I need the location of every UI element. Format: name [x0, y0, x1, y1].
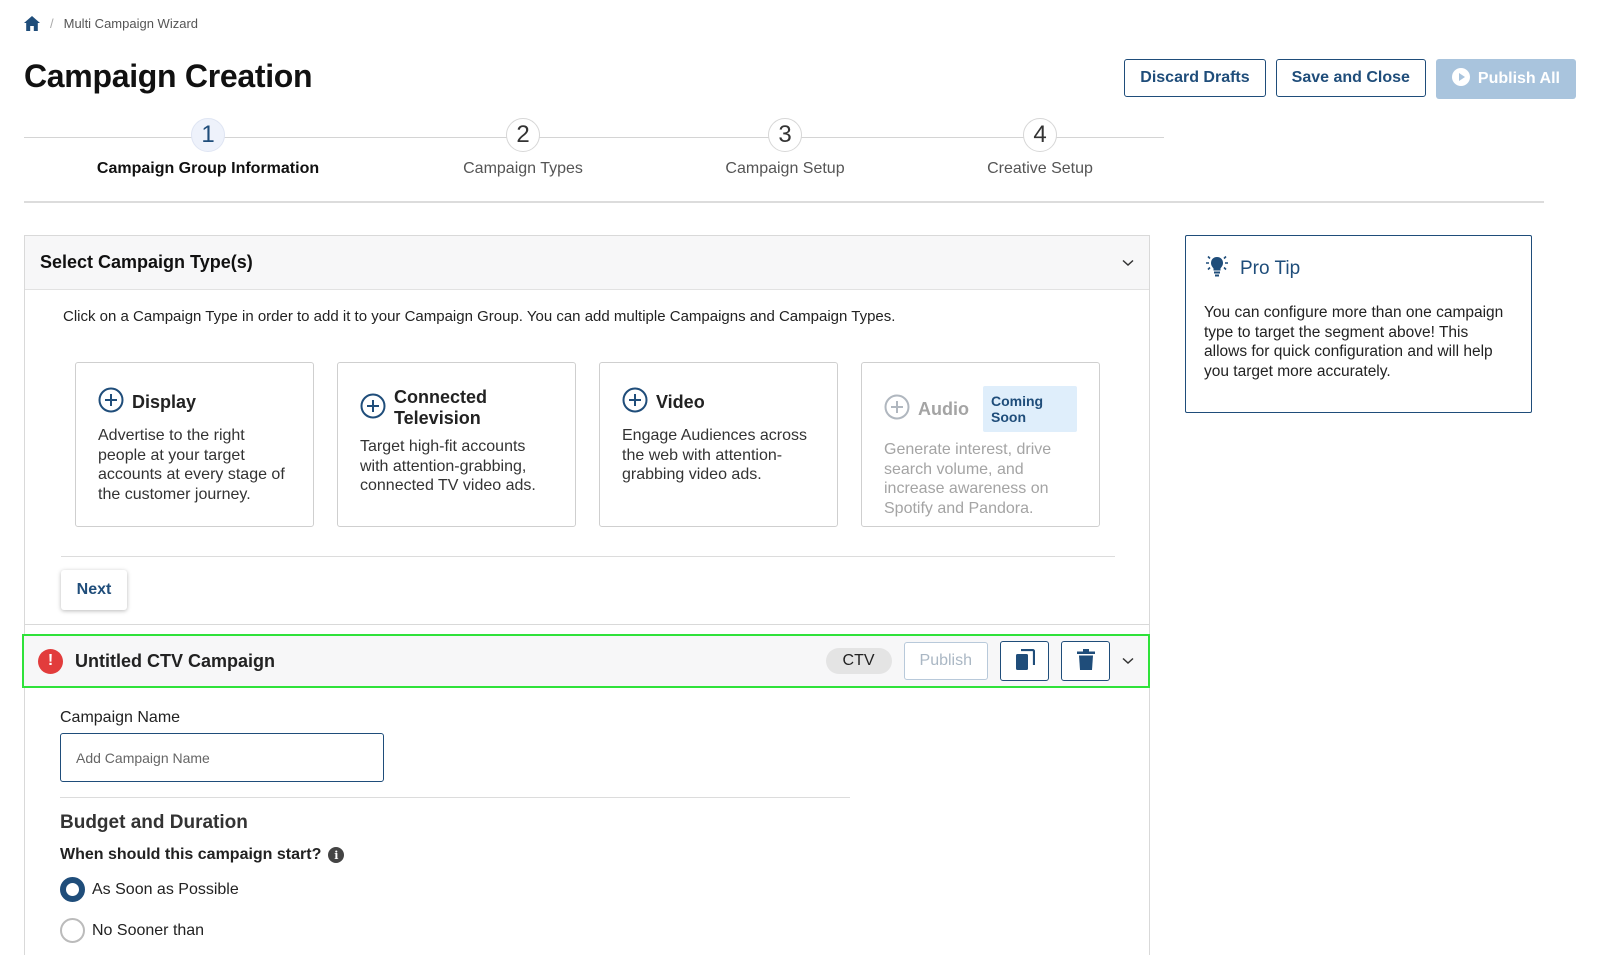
radio-as-soon-as-possible[interactable]: As Soon as Possible: [60, 877, 239, 902]
pro-tip-panel: Pro Tip You can configure more than one …: [1185, 235, 1532, 413]
campaign-type-card-audio: Audio Coming Soon Generate interest, dri…: [861, 362, 1100, 527]
budget-duration-heading: Budget and Duration: [60, 812, 248, 833]
campaign-header-bar[interactable]: ! Untitled CTV Campaign CTV Publish: [22, 634, 1150, 688]
plus-circle-icon: [360, 393, 386, 424]
card-title: Video: [656, 392, 705, 412]
card-description: Generate interest, drive search volume, …: [884, 441, 1052, 517]
select-campaign-types-header[interactable]: Select Campaign Type(s): [25, 236, 1149, 290]
chevron-down-icon[interactable]: [1122, 657, 1134, 665]
plus-circle-icon: [622, 387, 648, 418]
step-number: 3: [768, 118, 802, 152]
card-description: Target high-fit accounts with attention-…: [360, 438, 536, 494]
radio-button[interactable]: [60, 918, 85, 943]
campaign-name-label: Campaign Name: [60, 709, 181, 726]
alert-icon: !: [38, 648, 63, 674]
instructions-text: Click on a Campaign Type in order to add…: [63, 308, 896, 325]
campaign-name-input[interactable]: [60, 733, 384, 782]
campaign-type-card-video[interactable]: Video Engage Audiences across the web wi…: [599, 362, 838, 527]
plus-circle-icon: [884, 394, 910, 425]
stepper-divider: [24, 201, 1544, 203]
step-label: Campaign Setup: [725, 160, 845, 177]
breadcrumb-separator: /: [50, 16, 54, 31]
save-and-close-button[interactable]: Save and Close: [1275, 59, 1426, 97]
radio-label: No Sooner than: [92, 921, 205, 939]
header-actions: Discard Drafts Save and Close Publish Al…: [1124, 59, 1576, 99]
step-label: Campaign Group Information: [96, 160, 320, 177]
campaign-type-card-connected-television[interactable]: Connected Television Target high-fit acc…: [337, 362, 576, 527]
card-description: Engage Audiences across the web with att…: [622, 427, 808, 483]
campaign-type-badge: CTV: [825, 648, 892, 674]
step-number: 2: [506, 118, 540, 152]
delete-campaign-button[interactable]: [1061, 641, 1110, 681]
campaign-type-card-display[interactable]: Display Advertise to the right people at…: [75, 362, 314, 527]
wizard-stepper: 1 Campaign Group Information 2 Campaign …: [24, 118, 1164, 188]
radio-no-sooner-than[interactable]: No Sooner than: [60, 918, 204, 943]
discard-drafts-button[interactable]: Discard Drafts: [1124, 59, 1266, 97]
step-number: 4: [1023, 118, 1057, 152]
form-divider: [60, 797, 850, 798]
chevron-down-icon[interactable]: [1122, 259, 1134, 267]
card-description: Advertise to the right people at your ta…: [98, 427, 285, 503]
card-title: Connected Television: [394, 387, 488, 428]
panel-divider: [24, 624, 1150, 625]
lightbulb-icon: [1204, 254, 1230, 283]
card-title: Audio: [918, 398, 969, 419]
step-creative-setup[interactable]: 4 Creative Setup: [910, 118, 1170, 178]
coming-soon-badge: Coming Soon: [983, 386, 1077, 432]
start-question: When should this campaign start? i: [60, 846, 345, 864]
publish-all-label: Publish All: [1477, 70, 1560, 87]
next-button[interactable]: Next: [61, 570, 127, 610]
plus-circle-icon: [98, 387, 124, 418]
step-label: Creative Setup: [987, 160, 1093, 177]
pro-tip-title: Pro Tip: [1240, 257, 1301, 279]
info-icon[interactable]: i: [328, 847, 345, 863]
section-divider: [61, 556, 1115, 557]
step-campaign-group-information[interactable]: 1 Campaign Group Information: [78, 118, 338, 178]
play-circle-icon: [1451, 67, 1470, 91]
copy-campaign-button[interactable]: [1000, 641, 1049, 681]
card-title: Display: [132, 392, 197, 412]
home-icon[interactable]: [24, 16, 40, 31]
step-campaign-types[interactable]: 2 Campaign Types: [393, 118, 653, 178]
trash-icon: [1076, 649, 1095, 673]
step-label: Campaign Types: [463, 160, 583, 177]
step-number: 1: [191, 118, 225, 152]
page-title: Campaign Creation: [24, 58, 313, 94]
campaign-title: Untitled CTV Campaign: [75, 650, 276, 671]
radio-button[interactable]: [60, 877, 85, 902]
radio-label: As Soon as Possible: [92, 880, 239, 898]
section-title: Select Campaign Type(s): [40, 252, 253, 272]
start-question-text: When should this campaign start?: [60, 846, 322, 863]
copy-icon: [1015, 648, 1035, 674]
step-campaign-setup[interactable]: 3 Campaign Setup: [655, 118, 915, 178]
breadcrumb-current: Multi Campaign Wizard: [63, 16, 198, 31]
publish-all-button[interactable]: Publish All: [1435, 59, 1576, 99]
publish-campaign-button[interactable]: Publish: [903, 642, 988, 680]
breadcrumb: / Multi Campaign Wizard: [24, 16, 198, 31]
pro-tip-body: You can configure more than one campaign…: [1204, 304, 1504, 380]
